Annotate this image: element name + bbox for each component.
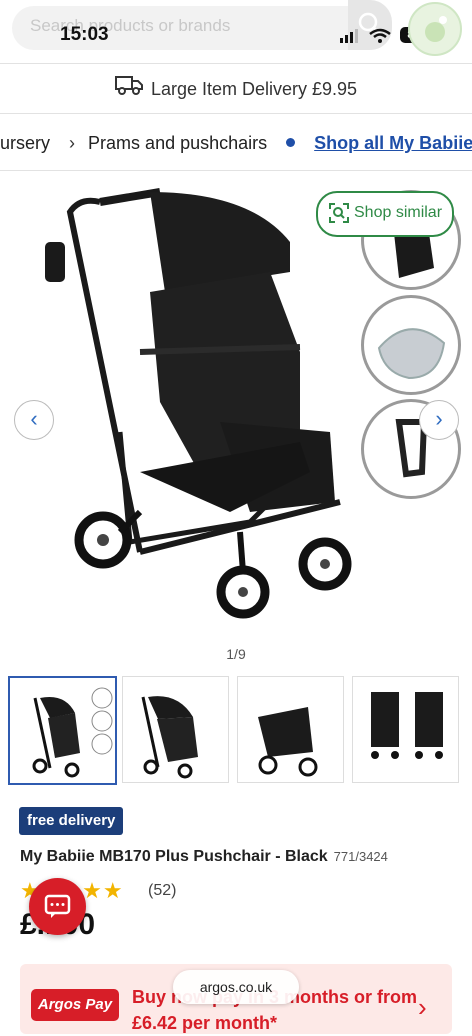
free-delivery-badge: free delivery (19, 807, 124, 835)
gallery-thumbnail[interactable] (352, 676, 459, 783)
argos-pay-logo: Argos Pay (31, 989, 119, 1021)
dot-icon (286, 138, 296, 147)
chevron-right-icon: › (69, 133, 76, 153)
browser-url-bar[interactable]: argos.co.uk (173, 970, 299, 1004)
breadcrumb-item[interactable]: ursery (0, 133, 50, 153)
divider (0, 113, 472, 114)
promo-line: £6.42 per month* (132, 1013, 278, 1033)
accessory-thumbnail[interactable] (361, 295, 461, 395)
chat-icon (44, 894, 71, 918)
truck-icon (114, 67, 143, 113)
divider (0, 63, 472, 64)
divider (0, 170, 472, 171)
next-image-button[interactable]: › (419, 400, 459, 440)
scan-icon (329, 203, 349, 223)
product-sku: 771/3424 (333, 849, 388, 864)
chevron-right-icon: › (435, 406, 443, 431)
avatar[interactable] (408, 2, 462, 56)
shop-similar-label: Shop similar (354, 204, 443, 221)
product-title-text: My Babiie MB170 Plus Pushchair - Black (20, 848, 328, 865)
breadcrumb: ursery › Prams and pushchairs Shop all M… (0, 118, 472, 168)
chevron-left-icon: ‹ (30, 406, 38, 431)
gallery-thumbnail[interactable] (237, 676, 344, 783)
gallery-thumbnail[interactable] (122, 676, 229, 783)
delivery-banner: Large Item Delivery £9.95 (0, 66, 472, 112)
chat-button[interactable] (29, 878, 86, 935)
review-count[interactable]: (52) (148, 882, 176, 900)
product-title: My Babiie MB170 Plus Pushchair - Black 77… (20, 848, 388, 866)
signal-icon (340, 28, 396, 49)
previous-image-button[interactable]: ‹ (14, 400, 54, 440)
chevron-right-icon: › (418, 992, 427, 1022)
breadcrumb-item[interactable]: Prams and pushchairs (88, 133, 267, 153)
gallery-thumbnail[interactable] (8, 676, 117, 785)
image-counter: 1/9 (226, 646, 246, 662)
shop-all-link[interactable]: Shop all My Babiie (314, 133, 472, 153)
shop-similar-button[interactable]: Shop similar (316, 191, 454, 237)
status-time: 15:03 (60, 24, 109, 45)
delivery-text: Large Item Delivery £9.95 (150, 79, 358, 99)
